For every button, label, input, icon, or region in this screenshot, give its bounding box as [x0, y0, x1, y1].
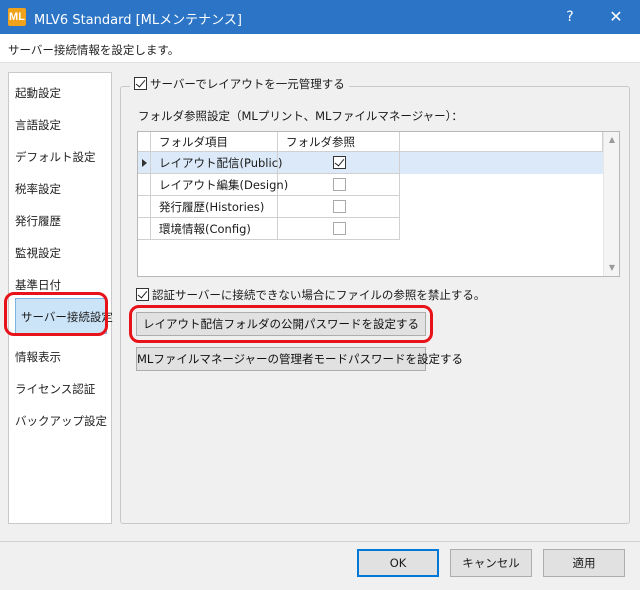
- server-manage-label: サーバーでレイアウトを一元管理する: [150, 77, 345, 91]
- sidebar-item-backup[interactable]: バックアップ設定: [15, 413, 107, 429]
- close-button[interactable]: ✕: [594, 0, 638, 34]
- sidebar-item-info[interactable]: 情報表示: [15, 349, 61, 365]
- folder-ref-checkbox[interactable]: [333, 200, 346, 213]
- row-indicator: [138, 174, 151, 196]
- folder-item-cell[interactable]: レイアウト編集(Design): [151, 174, 288, 196]
- set-admin-password-button[interactable]: MLファイルマネージャーの管理者モードパスワードを設定する: [136, 347, 463, 371]
- row-indicator: [138, 218, 151, 240]
- sidebar-item-base-date[interactable]: 基準日付: [15, 277, 61, 293]
- folder-ref-checkbox[interactable]: [333, 156, 346, 169]
- highlight-annotation-sidebar: [4, 292, 108, 336]
- row-indicator: [138, 196, 151, 218]
- folder-item-cell[interactable]: 発行履歴(Histories): [151, 196, 278, 218]
- table-row[interactable]: 発行履歴(Histories): [138, 196, 603, 218]
- sidebar-item-startup[interactable]: 起動設定: [15, 85, 61, 101]
- page-description: サーバー接続情報を設定します。: [8, 43, 180, 57]
- highlight-annotation-button: [129, 305, 433, 343]
- folder-ref-checkbox[interactable]: [333, 178, 346, 191]
- folder-item-cell[interactable]: レイアウト配信(Public): [151, 152, 283, 174]
- ok-button[interactable]: OK: [357, 549, 439, 577]
- title-bar: ML MLV6 Standard [MLメンテナンス] ? ✕: [0, 0, 640, 34]
- apply-button[interactable]: 適用: [543, 549, 625, 577]
- help-button[interactable]: ?: [552, 0, 588, 34]
- auth-block-label: 認証サーバーに接続できない場合にファイルの参照を禁止する。: [152, 288, 486, 302]
- current-row-arrow-icon: [142, 159, 147, 167]
- sidebar-item-history[interactable]: 発行履歴: [15, 213, 61, 229]
- sidebar-item-monitor[interactable]: 監視設定: [15, 245, 61, 261]
- column-header-empty: [400, 132, 603, 152]
- server-manage-checkbox[interactable]: [134, 77, 147, 90]
- auth-block-checkbox[interactable]: [136, 288, 149, 301]
- column-header-folder-ref: フォルダ参照: [278, 132, 400, 152]
- window-title: MLV6 Standard [MLメンテナンス]: [34, 13, 242, 28]
- scroll-down-icon[interactable]: ▼: [604, 260, 620, 276]
- sidebar-item-tax[interactable]: 税率設定: [15, 181, 61, 197]
- folder-item-cell[interactable]: 環境情報(Config): [151, 218, 278, 240]
- folder-ref-label: フォルダ参照設定（MLプリント、MLファイルマネージャー）：: [138, 109, 463, 123]
- sidebar-item-default[interactable]: デフォルト設定: [15, 149, 96, 165]
- row-indicator: [138, 152, 151, 174]
- app-icon: ML: [8, 8, 26, 26]
- auth-block-checkbox-row[interactable]: 認証サーバーに接続できない場合にファイルの参照を禁止する。: [136, 287, 485, 303]
- table-row[interactable]: レイアウト編集(Design): [138, 174, 603, 196]
- column-header-folder-item: フォルダ項目: [151, 132, 278, 152]
- server-manage-checkbox-row[interactable]: サーバーでレイアウトを一元管理する: [130, 76, 349, 92]
- folder-ref-checkbox[interactable]: [333, 222, 346, 235]
- sidebar-item-license[interactable]: ライセンス認証: [15, 381, 95, 397]
- grid-corner-header: [138, 132, 151, 152]
- table-row[interactable]: レイアウト配信(Public): [138, 152, 603, 174]
- scroll-up-icon[interactable]: ▲: [604, 132, 620, 148]
- sidebar-item-language[interactable]: 言語設定: [15, 117, 61, 133]
- grid-scrollbar[interactable]: ▲ ▼: [603, 132, 619, 276]
- folder-grid[interactable]: フォルダ項目 フォルダ参照 レイアウト配信(Public) レイアウト編集(De…: [137, 131, 620, 277]
- table-row[interactable]: 環境情報(Config): [138, 218, 603, 240]
- cancel-button[interactable]: キャンセル: [450, 549, 532, 577]
